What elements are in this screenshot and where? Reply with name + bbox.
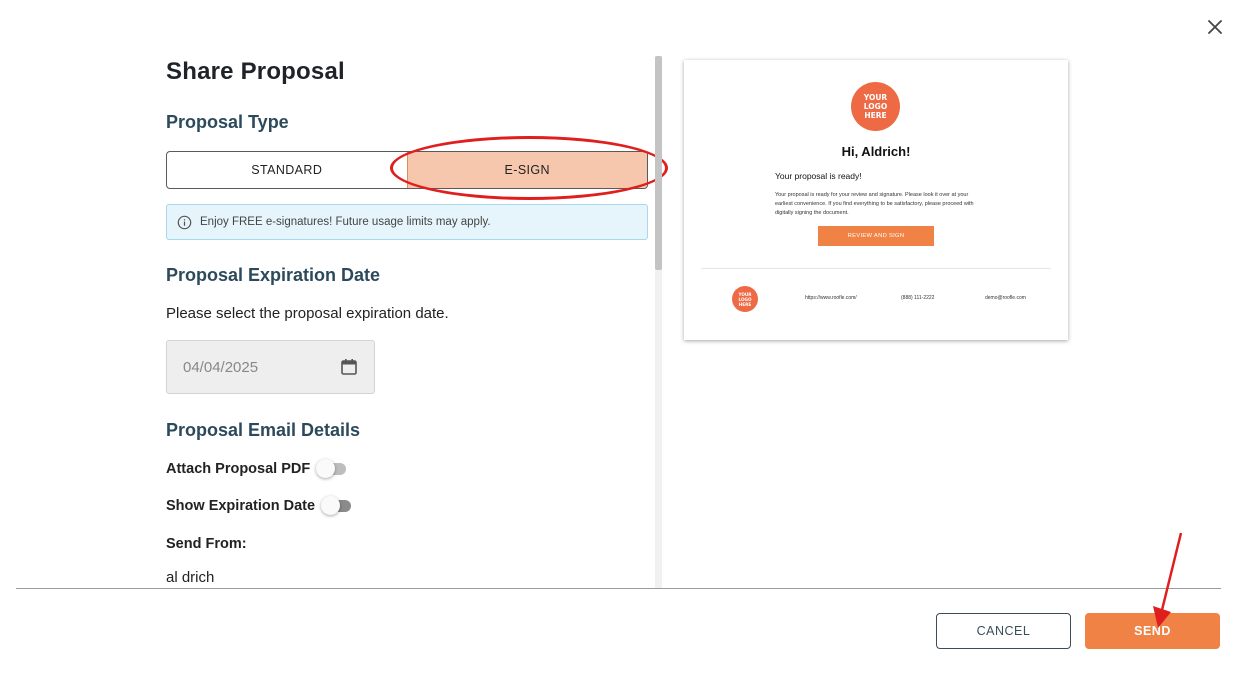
footer-email: demo@roofle.com <box>985 295 1026 301</box>
modal-title: Share Proposal <box>166 58 345 85</box>
expiration-instruction: Please select the proposal expiration da… <box>166 305 449 322</box>
scrollbar-thumb[interactable] <box>655 56 662 270</box>
proposal-type-heading: Proposal Type <box>166 112 289 132</box>
share-proposal-modal: Share Proposal Proposal Type STANDARD E-… <box>0 0 1233 688</box>
send-from-value: al drich <box>166 569 215 586</box>
footer-website: https://www.roofle.com/ <box>805 295 857 301</box>
info-banner: Enjoy FREE e-signatures! Future usage li… <box>166 204 648 240</box>
preview-review-button: REVIEW AND SIGN <box>818 226 934 246</box>
send-from-label: Send From: <box>166 536 247 552</box>
info-text: Enjoy FREE e-signatures! Future usage li… <box>200 216 491 228</box>
email-preview: YOUR LOGO HERE Hi, Aldrich! Your proposa… <box>684 60 1068 340</box>
standard-option[interactable]: STANDARD <box>167 152 407 188</box>
info-icon <box>177 215 192 229</box>
expiration-date-field[interactable] <box>166 340 375 394</box>
calendar-icon[interactable] <box>340 358 358 376</box>
attach-pdf-row: Attach Proposal PDF <box>166 459 348 478</box>
footer-logo: YOUR LOGO HERE <box>732 286 758 312</box>
preview-divider <box>701 268 1051 269</box>
show-expiration-row: Show Expiration Date <box>166 496 353 515</box>
proposal-type-toggle: STANDARD E-SIGN <box>166 151 648 189</box>
attach-pdf-label: Attach Proposal PDF <box>166 461 311 477</box>
footer-logo-text: YOUR LOGO HERE <box>738 291 752 307</box>
email-details-heading: Proposal Email Details <box>166 420 361 440</box>
preview-ready-text: Your proposal is ready! <box>775 171 862 181</box>
show-expiration-label: Show Expiration Date <box>166 498 316 514</box>
attach-pdf-toggle[interactable] <box>316 459 348 478</box>
cancel-button[interactable]: CANCEL <box>936 613 1071 649</box>
show-expiration-toggle[interactable] <box>321 496 353 515</box>
logo-placeholder: YOUR LOGO HERE <box>851 82 900 131</box>
send-button[interactable]: SEND <box>1085 613 1220 649</box>
expiration-date-input[interactable] <box>183 358 313 376</box>
logo-text: YOUR LOGO HERE <box>863 93 888 120</box>
expiration-heading: Proposal Expiration Date <box>166 265 381 285</box>
preview-body: Your proposal is ready for your review a… <box>775 192 974 216</box>
close-icon[interactable] <box>1204 16 1226 38</box>
esign-option[interactable]: E-SIGN <box>406 152 647 188</box>
preview-greeting: Hi, Aldrich! <box>841 144 911 159</box>
footer-phone: (888) 111-2222 <box>901 295 935 301</box>
footer-divider <box>16 588 1221 589</box>
